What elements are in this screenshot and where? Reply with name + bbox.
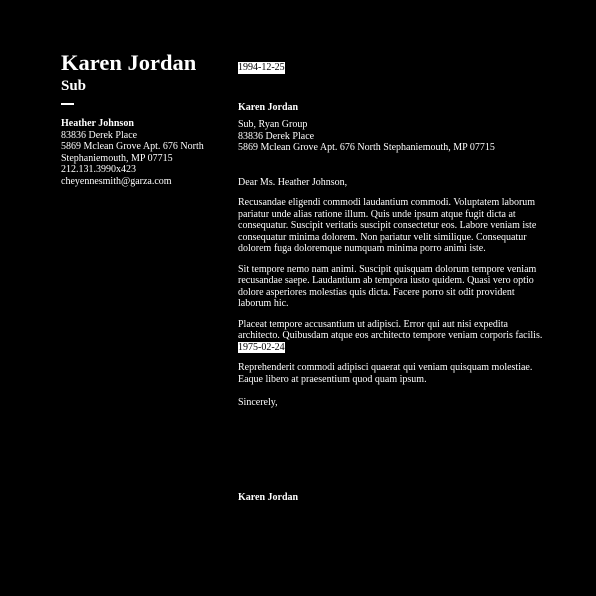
from-address-block: Sub, Ryan Group 83836 Derek Place 5869 M… bbox=[238, 119, 548, 154]
from-name: Karen Jordan bbox=[238, 101, 299, 113]
recipient-address-line3: Stephaniemouth, MP 07715 bbox=[61, 152, 173, 164]
divider-rule bbox=[61, 103, 74, 105]
paragraph-1: Recusandae eligendi commodi laudantium c… bbox=[238, 197, 537, 254]
closing: Sincerely, bbox=[238, 397, 278, 408]
recipient-contact-block: Heather Johnson 83836 Derek Place 5869 M… bbox=[61, 118, 231, 187]
letter-date: 1994-12-25 bbox=[238, 62, 285, 74]
salutation: Dear Ms. Heather Johnson, bbox=[238, 176, 348, 188]
sender-sidebar: Karen Jordan Sub Heather Johnson 83836 D… bbox=[61, 50, 231, 187]
recipient-name: Heather Johnson bbox=[61, 118, 134, 129]
paragraph-4: Reprehenderit commodi adipisci quaerat q… bbox=[238, 362, 533, 385]
sender-title: Sub bbox=[61, 78, 87, 94]
sender-name: Karen Jordan bbox=[61, 50, 197, 75]
recipient-email: cheyennesmith@garza.com bbox=[61, 175, 172, 187]
signature: Karen Jordan bbox=[238, 492, 299, 503]
from-company: Sub, Ryan Group bbox=[238, 119, 308, 130]
recipient-phone: 212.131.3990x423 bbox=[61, 164, 136, 175]
recipient-address-line1: 83836 Derek Place bbox=[61, 129, 138, 141]
from-address-line1: 83836 Derek Place bbox=[238, 130, 315, 142]
from-address-line2: 5869 Mclean Grove Apt. 676 North Stephan… bbox=[238, 142, 495, 153]
paragraph-3-text: Placeat tempore accusantium ut adipisci.… bbox=[238, 318, 543, 342]
paragraph-2: Sit tempore nemo nam animi. Suscipit qui… bbox=[238, 263, 537, 310]
recipient-address-line2: 5869 Mclean Grove Apt. 676 North bbox=[61, 141, 204, 152]
paragraph-3: Placeat tempore accusantium ut adipisci.… bbox=[238, 319, 548, 354]
letter-body: 1994-12-25 Karen Jordan Sub, Ryan Group … bbox=[238, 62, 548, 409]
paragraph-3-date: 1975-02-24 bbox=[238, 341, 285, 353]
